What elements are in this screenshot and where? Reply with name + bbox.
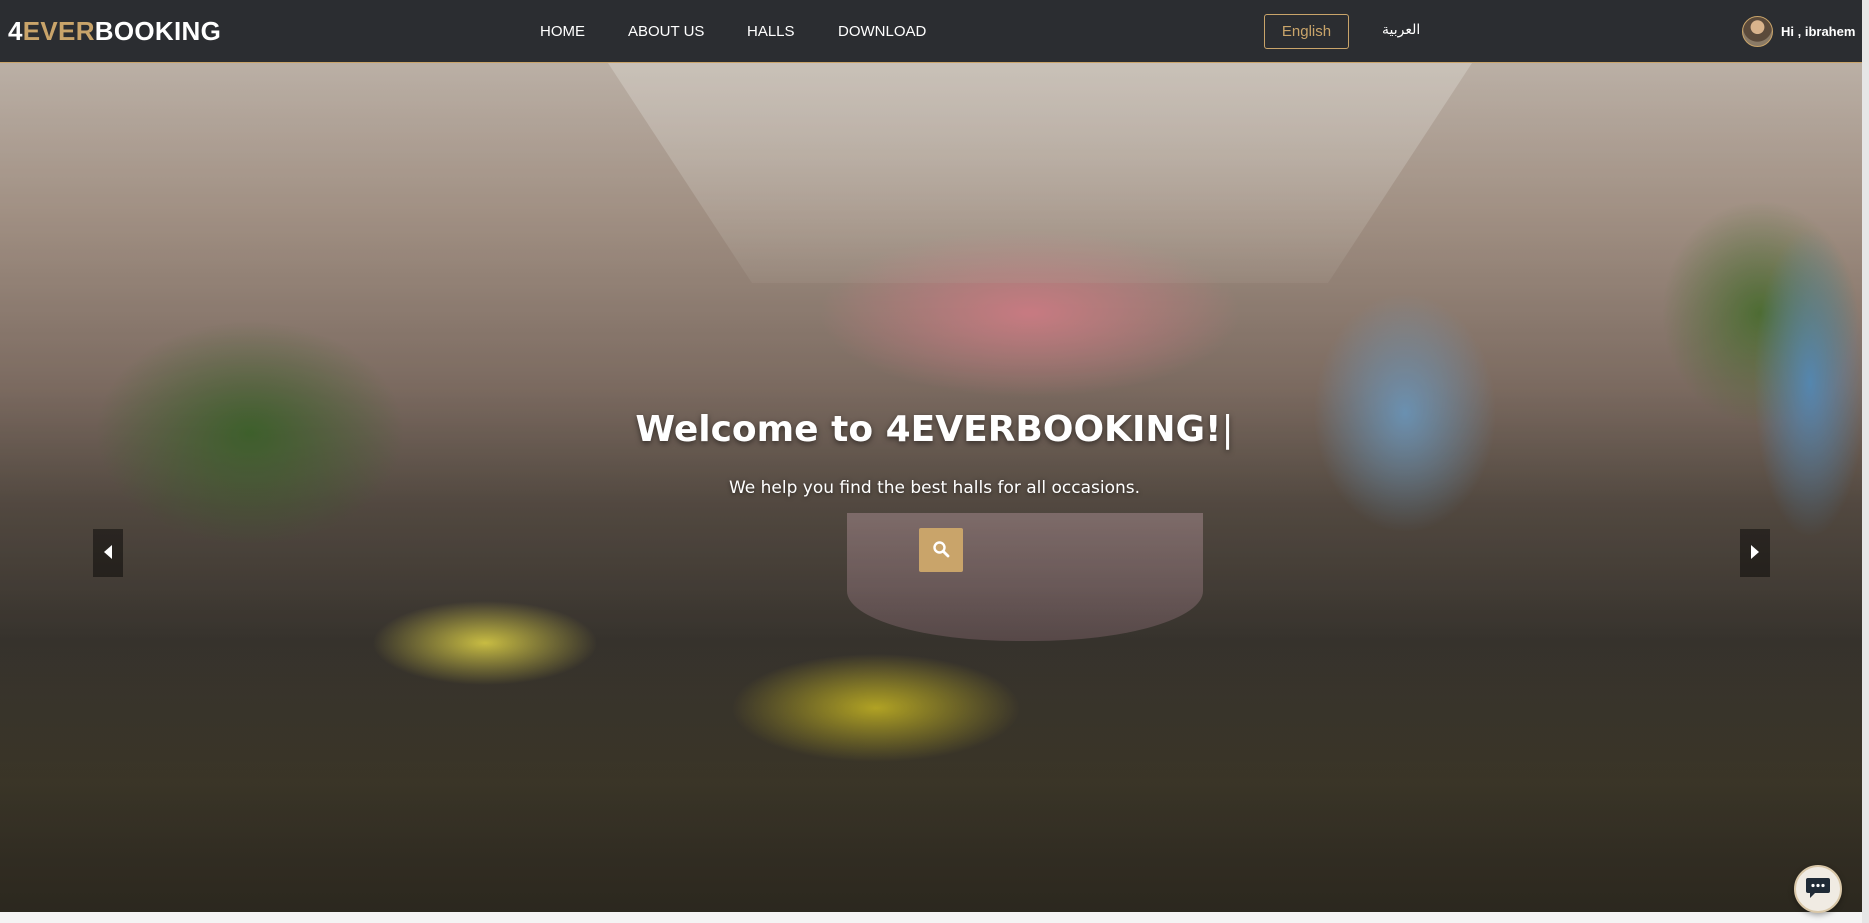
carousel-next-button[interactable]	[1740, 529, 1770, 577]
hero-tagline: We help you find the best halls for all …	[728, 478, 1141, 498]
chevron-left-icon	[102, 544, 114, 563]
carousel-prev-button[interactable]	[93, 529, 123, 577]
brand-part-1: 4	[8, 16, 23, 46]
hero-carousel: Welcome to 4EVERBOOKING!| We help you fi…	[0, 63, 1869, 912]
language-english-button[interactable]: English	[1264, 14, 1349, 49]
navbar: 4EVERBOOKING HOME ABOUT US HALLS DOWNLOA…	[0, 0, 1869, 63]
nav-home[interactable]: HOME	[540, 22, 585, 42]
hero-title: Welcome to 4EVERBOOKING!|	[0, 408, 1869, 452]
nav-download[interactable]: DOWNLOAD	[838, 22, 926, 42]
nav-about-us[interactable]: ABOUT US	[628, 22, 704, 42]
search-button[interactable]	[919, 528, 963, 572]
user-menu[interactable]: Hi , ibrahem	[1742, 15, 1855, 47]
nav-halls[interactable]: HALLS	[747, 22, 795, 42]
chat-icon	[1805, 876, 1831, 903]
brand-part-2: EVER	[22, 16, 95, 46]
language-arabic-link[interactable]: العربية	[1382, 22, 1420, 38]
user-greeting: Hi , ibrahem	[1781, 23, 1856, 39]
hero-title-text: Welcome to 4EVERBOOKING!	[635, 409, 1222, 450]
page-content-start	[0, 912, 1869, 923]
brand-part-3: BOOKING	[94, 16, 222, 46]
avatar[interactable]	[1742, 15, 1773, 47]
typing-cursor: |	[1221, 409, 1234, 450]
chevron-right-icon	[1749, 544, 1761, 563]
search-icon	[932, 540, 950, 561]
chat-button[interactable]	[1794, 865, 1842, 913]
scrollbar[interactable]	[1862, 0, 1869, 923]
brand-logo[interactable]: 4EVERBOOKING	[8, 16, 221, 46]
